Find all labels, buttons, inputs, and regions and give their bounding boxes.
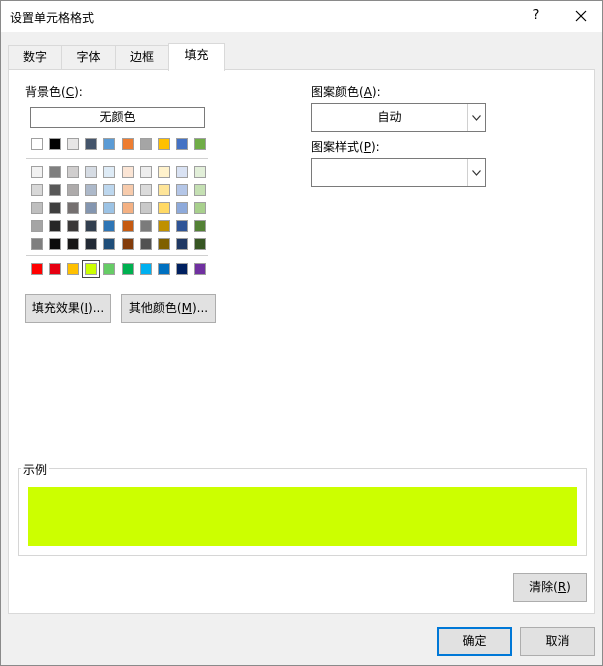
sample-label: 示例: [21, 461, 50, 478]
color-swatch[interactable]: [122, 202, 134, 214]
color-swatch[interactable]: [194, 202, 206, 214]
color-swatch[interactable]: [176, 138, 188, 150]
color-swatch[interactable]: [82, 260, 100, 278]
pattern-style-label: 图案样式(P):: [311, 140, 380, 154]
color-swatch[interactable]: [85, 202, 97, 214]
color-swatch[interactable]: [49, 202, 61, 214]
format-cells-dialog: 设置单元格格式 ? 数字 字体 边框 填充 背景色(C): 无颜色 填充效果(I…: [0, 0, 603, 666]
color-swatch[interactable]: [103, 184, 115, 196]
pattern-color-value: 自动: [377, 110, 402, 124]
color-swatch[interactable]: [31, 202, 43, 214]
palette-divider: [26, 255, 208, 256]
color-swatch[interactable]: [158, 263, 170, 275]
color-swatch[interactable]: [194, 220, 206, 232]
help-button[interactable]: ?: [524, 5, 548, 27]
color-swatch[interactable]: [194, 263, 206, 275]
chevron-down-icon[interactable]: [467, 159, 485, 186]
tab-fill[interactable]: 填充: [168, 43, 225, 71]
chevron-down-icon[interactable]: [467, 104, 485, 131]
color-swatch[interactable]: [158, 238, 170, 250]
color-swatch[interactable]: [176, 202, 188, 214]
color-swatch[interactable]: [85, 138, 97, 150]
cancel-button[interactable]: 取消: [520, 627, 595, 656]
color-swatch[interactable]: [103, 220, 115, 232]
title-bar: 设置单元格格式 ?: [1, 1, 602, 32]
color-swatch[interactable]: [103, 263, 115, 275]
color-swatch[interactable]: [194, 138, 206, 150]
color-swatch[interactable]: [140, 166, 152, 178]
ok-button[interactable]: 确定: [437, 627, 512, 656]
color-swatch[interactable]: [67, 184, 79, 196]
color-swatch[interactable]: [67, 138, 79, 150]
color-swatch[interactable]: [140, 184, 152, 196]
color-swatch[interactable]: [122, 184, 134, 196]
color-swatch[interactable]: [49, 138, 61, 150]
color-swatch[interactable]: [49, 166, 61, 178]
background-color-label: 背景色(C):: [25, 85, 83, 99]
color-swatch[interactable]: [176, 166, 188, 178]
tab-number[interactable]: 数字: [8, 45, 62, 70]
color-swatch[interactable]: [31, 184, 43, 196]
fill-effects-button[interactable]: 填充效果(I)...: [25, 294, 111, 323]
no-color-button[interactable]: 无颜色: [30, 107, 205, 128]
color-swatch[interactable]: [194, 166, 206, 178]
color-swatch[interactable]: [140, 238, 152, 250]
color-swatch[interactable]: [103, 138, 115, 150]
color-swatch[interactable]: [67, 202, 79, 214]
color-swatch[interactable]: [158, 202, 170, 214]
close-icon: [575, 10, 587, 22]
pattern-color-label: 图案颜色(A):: [311, 85, 381, 99]
color-swatch[interactable]: [85, 184, 97, 196]
dialog-title: 设置单元格格式: [10, 11, 95, 25]
color-swatch[interactable]: [31, 220, 43, 232]
tab-font[interactable]: 字体: [61, 45, 116, 70]
clear-button[interactable]: 清除(R): [513, 573, 587, 602]
color-swatch[interactable]: [31, 138, 43, 150]
color-swatch[interactable]: [85, 238, 97, 250]
color-swatch[interactable]: [31, 263, 43, 275]
color-swatch[interactable]: [158, 184, 170, 196]
color-swatch[interactable]: [158, 220, 170, 232]
color-swatch[interactable]: [140, 202, 152, 214]
color-swatch[interactable]: [122, 166, 134, 178]
color-swatch[interactable]: [31, 166, 43, 178]
color-swatch[interactable]: [176, 238, 188, 250]
fill-tab-panel: 背景色(C): 无颜色 填充效果(I)... 其他颜色(M)... 图案颜色(A…: [8, 69, 595, 614]
color-swatch[interactable]: [158, 138, 170, 150]
color-swatch[interactable]: [122, 220, 134, 232]
pattern-style-select[interactable]: [311, 158, 486, 187]
color-swatch[interactable]: [49, 238, 61, 250]
color-swatch[interactable]: [194, 238, 206, 250]
color-swatch[interactable]: [194, 184, 206, 196]
more-colors-button[interactable]: 其他颜色(M)...: [121, 294, 216, 323]
color-swatch[interactable]: [176, 184, 188, 196]
color-swatch[interactable]: [67, 263, 79, 275]
color-swatch[interactable]: [85, 220, 97, 232]
color-swatch[interactable]: [49, 184, 61, 196]
color-swatch[interactable]: [103, 202, 115, 214]
color-swatch[interactable]: [103, 238, 115, 250]
color-swatch[interactable]: [67, 238, 79, 250]
pattern-color-select[interactable]: 自动: [311, 103, 486, 132]
color-swatch[interactable]: [31, 238, 43, 250]
color-swatch[interactable]: [158, 166, 170, 178]
color-swatch[interactable]: [67, 220, 79, 232]
color-swatch[interactable]: [140, 138, 152, 150]
color-swatch[interactable]: [49, 263, 61, 275]
sample-preview: [28, 487, 577, 546]
color-swatch[interactable]: [176, 220, 188, 232]
color-swatch[interactable]: [176, 263, 188, 275]
color-swatch[interactable]: [103, 166, 115, 178]
palette-divider: [26, 158, 208, 159]
color-swatch[interactable]: [122, 138, 134, 150]
close-button[interactable]: [561, 2, 601, 30]
tab-border[interactable]: 边框: [115, 45, 169, 70]
color-swatch[interactable]: [140, 220, 152, 232]
color-swatch[interactable]: [122, 263, 134, 275]
color-swatch[interactable]: [85, 166, 97, 178]
color-swatch[interactable]: [49, 220, 61, 232]
color-swatch[interactable]: [67, 166, 79, 178]
color-swatch[interactable]: [140, 263, 152, 275]
color-swatch[interactable]: [122, 238, 134, 250]
